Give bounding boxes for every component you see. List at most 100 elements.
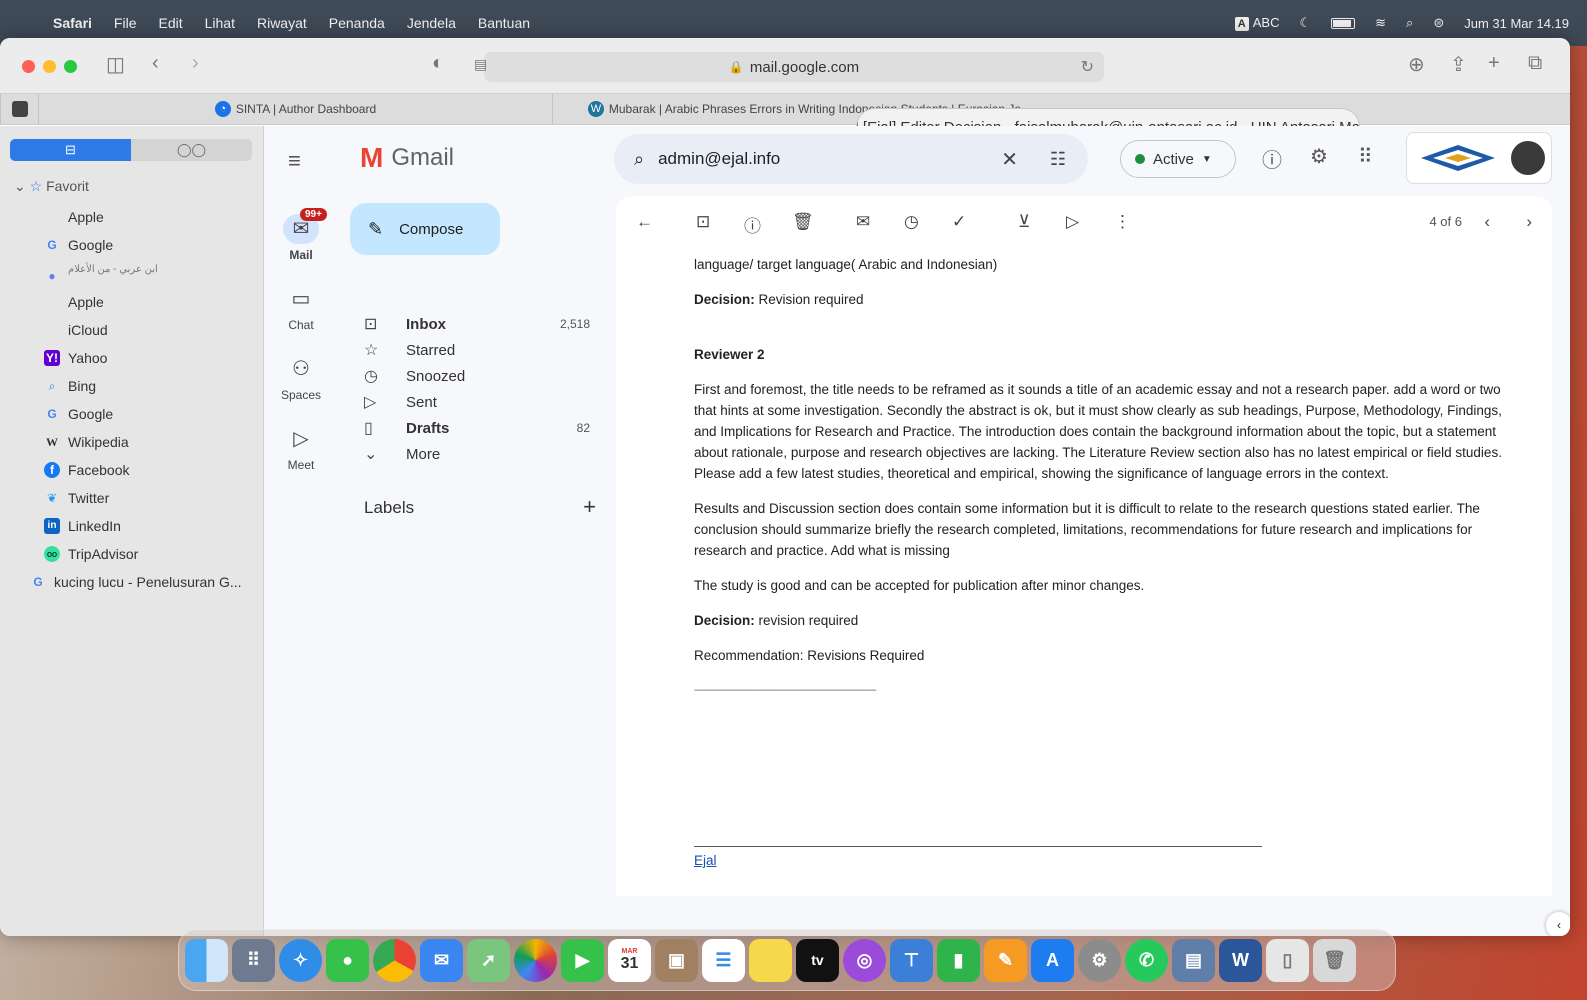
account-area[interactable] [1406,132,1552,184]
forward-icon[interactable]: › [192,52,199,75]
newer-icon[interactable]: ‹ [1484,212,1490,232]
keynote-icon[interactable]: ⊤ [890,938,933,982]
mail-app-icon[interactable]: ✉ [420,938,463,982]
label-icon[interactable]: ▷ [1066,212,1079,232]
safari-icon[interactable]: ✧ [279,938,322,982]
menu-file[interactable]: File [103,15,148,31]
archive-icon[interactable]: ⊡ [696,212,710,232]
bookmark-yahoo[interactable]: Y! Yahoo [44,350,107,366]
word-icon[interactable]: W [1219,938,1262,982]
reader-icon[interactable]: ▤ [474,56,487,73]
apple-tv-icon[interactable]: tv [796,938,839,982]
battery-icon[interactable] [1331,17,1356,29]
snooze-icon[interactable]: ◷ [904,212,919,232]
bookmark-tripadvisor[interactable]: oo TripAdvisor [44,546,138,562]
search-options-icon[interactable]: ☷ [1050,149,1066,170]
address-bar[interactable]: 🔒 mail.google.com ↻ [484,52,1104,82]
delete-icon[interactable]: 🗑 [792,212,814,232]
photos-icon[interactable] [514,938,557,982]
preview-icon[interactable]: ▤ [1172,938,1215,982]
reload-icon[interactable]: ↻ [1081,57,1094,77]
minimize-window-button[interactable] [43,60,56,73]
gmail-logo[interactable]: M Gmail [360,142,454,174]
bookmark-facebook[interactable]: f Facebook [44,462,129,478]
nav-snoozed[interactable]: ◷ Snoozed [364,363,596,389]
apps-grid-icon[interactable]: ⠿ [1358,144,1373,169]
tab-overview-icon[interactable]: ⧉ [1528,52,1542,75]
trash-icon[interactable]: 🗑 [1313,938,1356,982]
compose-button[interactable]: ✎ Compose [350,203,500,255]
bookmark-twitter[interactable]: ❦ Twitter [44,490,109,506]
search-input[interactable]: admin@ejal.info [658,149,780,169]
rail-chat[interactable]: ▭ Chat [264,284,338,332]
chrome-icon[interactable] [373,938,416,982]
calendar-icon[interactable]: MAR 31 [608,938,651,982]
podcasts-icon[interactable]: ◎ [843,938,886,982]
system-settings-icon[interactable]: ⚙ [1078,938,1121,982]
menu-safari[interactable]: Safari [42,15,103,31]
app-store-icon[interactable]: A [1031,938,1074,982]
menu-window[interactable]: Jendela [396,15,467,31]
bookmark-apple[interactable]: Apple [44,209,104,225]
menu-edit[interactable]: Edit [147,15,193,31]
menu-view[interactable]: Lihat [194,15,246,31]
main-menu-icon[interactable]: ≡ [288,148,301,174]
wifi-icon[interactable]: ≋ [1375,15,1386,31]
bookmark-icloud[interactable]: iCloud [44,322,108,338]
back-icon[interactable]: ‹ [152,52,159,75]
add-label-icon[interactable]: + [583,496,596,518]
clear-search-icon[interactable]: ✕ [1001,147,1018,172]
share-icon[interactable]: ⇪ [1450,52,1467,77]
input-source[interactable]: A ABC [1234,15,1279,31]
gear-icon[interactable]: ⚙ [1310,144,1328,169]
avatar[interactable] [1511,141,1545,175]
new-tab-icon[interactable]: + [1488,52,1500,75]
nav-inbox[interactable]: ⊡ Inbox 2,518 [364,311,596,337]
notes-icon[interactable] [749,938,792,982]
menu-bookmarks[interactable]: Penanda [318,15,396,31]
signature-link[interactable]: Ejal [694,853,717,868]
whatsapp-icon[interactable]: ✆ [1125,938,1168,982]
control-center-icon[interactable]: ⊜ [1433,15,1444,31]
numbers-icon[interactable]: ▮ [937,938,980,982]
downloads-stack-icon[interactable]: ▯ [1266,938,1309,982]
add-task-icon[interactable]: ✓ [952,212,966,232]
back-to-list-icon[interactable]: ← [636,212,653,232]
focus-moon-icon[interactable]: ☾ [1299,15,1311,31]
launchpad-icon[interactable]: ⠿ [232,938,275,982]
maps-icon[interactable]: ➚ [467,938,510,982]
reading-list-tab-icon[interactable]: ◯◯ [131,139,252,161]
reminders-icon[interactable]: ☰ [702,938,745,982]
rail-meet[interactable]: ▷ Meet [264,424,338,472]
bookmark-google[interactable]: G Google [44,237,113,253]
bookmark-kucing-lucu[interactable]: Gkucing lucu - Penelusuran G... [30,574,241,590]
download-icon[interactable]: ⊕ [1408,52,1425,77]
bookmark-arabic[interactable]: ● ابن عربي - من الأعلام [44,254,157,284]
tab-sinta[interactable]: ◔ SINTA | Author Dashboard [38,94,552,124]
help-icon[interactable]: ⓘ [1262,144,1282,173]
bookmarks-tab-icon[interactable]: ⊟ [10,139,131,161]
report-spam-icon[interactable]: ⓘ [744,212,761,237]
favorites-folder[interactable]: ⌄ ☆ Favorit [14,178,89,195]
zoom-window-button[interactable] [64,60,77,73]
move-to-icon[interactable]: ⊻ [1018,212,1030,232]
nav-starred[interactable]: ☆ Starred [364,337,596,363]
facetime-icon[interactable]: ▶ [561,938,604,982]
finder-icon[interactable] [185,938,228,982]
older-icon[interactable]: › [1526,212,1532,232]
bookmark-wikipedia[interactable]: W Wikipedia [44,434,129,450]
more-vertical-icon[interactable]: ⋮ [1114,212,1131,232]
nav-drafts[interactable]: ▯ Drafts 82 [364,415,596,441]
side-panel-toggle-icon[interactable]: ‹ [1546,912,1570,936]
nav-more[interactable]: ⌄ More [364,441,596,467]
rail-spaces[interactable]: ⚇ Spaces [264,354,338,402]
spotlight-search-icon[interactable]: ⌕ [1406,15,1413,31]
privacy-shield-icon[interactable]: ◐ [432,52,444,75]
rail-mail[interactable]: ✉ 99+ Mail [264,208,338,262]
bookmark-linkedin[interactable]: in LinkedIn [44,518,121,534]
nav-sent[interactable]: ▷ Sent [364,389,596,415]
menu-history[interactable]: Riwayat [246,15,318,31]
pinned-tab[interactable] [0,94,38,124]
close-window-button[interactable] [22,60,35,73]
bookmark-google-2[interactable]: G Google [44,406,113,422]
